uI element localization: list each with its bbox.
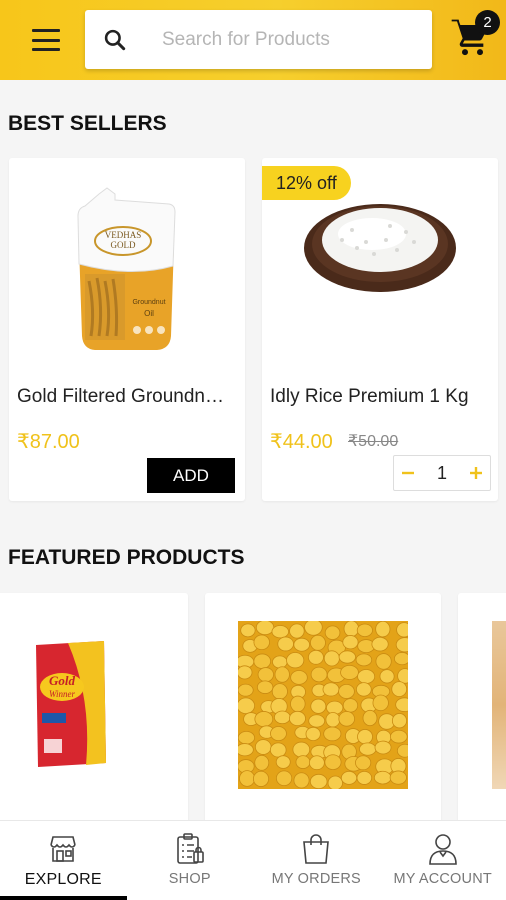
product-price: ₹87.00 [17,431,80,453]
active-tab-indicator [0,896,127,900]
menu-button[interactable] [26,24,66,56]
product-image-partial [492,621,506,789]
svg-text:Oil: Oil [144,309,154,318]
product-price: ₹44.00 [270,431,333,453]
section-title-featured-products: FEATURED PRODUCTS [8,546,245,569]
svg-text:Groundnut: Groundnut [132,299,165,306]
svg-text:Gold: Gold [49,673,76,688]
svg-text:Winner: Winner [49,689,75,699]
plus-icon [469,467,482,479]
minus-icon [402,471,414,475]
product-name: Gold Filtered Groundnut Oil [17,386,231,407]
quantity-value: 1 [436,462,447,483]
nav-tab-explore[interactable]: EXPLORE [0,821,127,900]
quantity-stepper[interactable]: 1 [393,455,491,491]
svg-text:VEDHAS: VEDHAS [105,230,142,240]
product-image-idly-rice [302,196,458,296]
add-to-cart-button[interactable]: ADD [147,458,235,493]
featured-product-card[interactable]: Gold Winner [0,593,188,833]
product-name: Idly Rice Premium 1 Kg [270,386,469,407]
user-icon [426,831,460,867]
shopping-bag-icon [299,831,333,867]
nav-tab-my-orders[interactable]: MY ORDERS [253,821,380,900]
menu-icon-line [32,29,60,32]
product-mrp: ₹50.00 [348,433,399,450]
discount-badge: 12% off [262,166,351,200]
cart-count-badge: 2 [475,10,500,35]
menu-icon-line [32,48,60,51]
store-icon [46,831,80,867]
top-app-bar: 2 [0,0,506,80]
nav-tab-shop[interactable]: SHOP [127,821,254,900]
menu-icon-line [32,38,60,42]
featured-product-card[interactable] [458,593,506,833]
clipboard-list-icon [173,831,207,867]
product-image-groundnut-oil: VEDHAS GOLD Groundnut Oil [71,186,181,354]
nav-label: MY ORDERS [271,871,361,887]
svg-text:GOLD: GOLD [111,240,136,250]
product-image-chana-dal [238,621,408,789]
nav-label: EXPLORE [24,871,102,888]
search-input[interactable] [162,19,352,60]
section-title-best-sellers: BEST SELLERS [8,112,167,135]
increment-button[interactable] [462,456,490,490]
nav-label: SHOP [168,871,211,887]
product-image-gold-winner-oil: Gold Winner [32,639,108,769]
nav-tab-my-account[interactable]: MY ACCOUNT [380,821,506,900]
product-card[interactable]: VEDHAS GOLD Groundnut Oil Gold Filtered … [9,158,245,501]
bottom-navigation: EXPLORE SHOP MY ORDERS MY ACCOUNT [0,820,506,900]
product-card[interactable]: 12% off Idly Rice Premium 1 Kg ₹44.00 ₹5… [262,158,498,501]
search-bar[interactable] [85,10,432,69]
app-screen: 2 BEST SELLERS VEDHAS GOLD Groundnut Oil… [0,0,506,900]
decrement-button[interactable] [394,456,422,490]
nav-label: MY ACCOUNT [393,871,492,887]
featured-product-card[interactable] [205,593,441,833]
search-icon [85,10,145,69]
